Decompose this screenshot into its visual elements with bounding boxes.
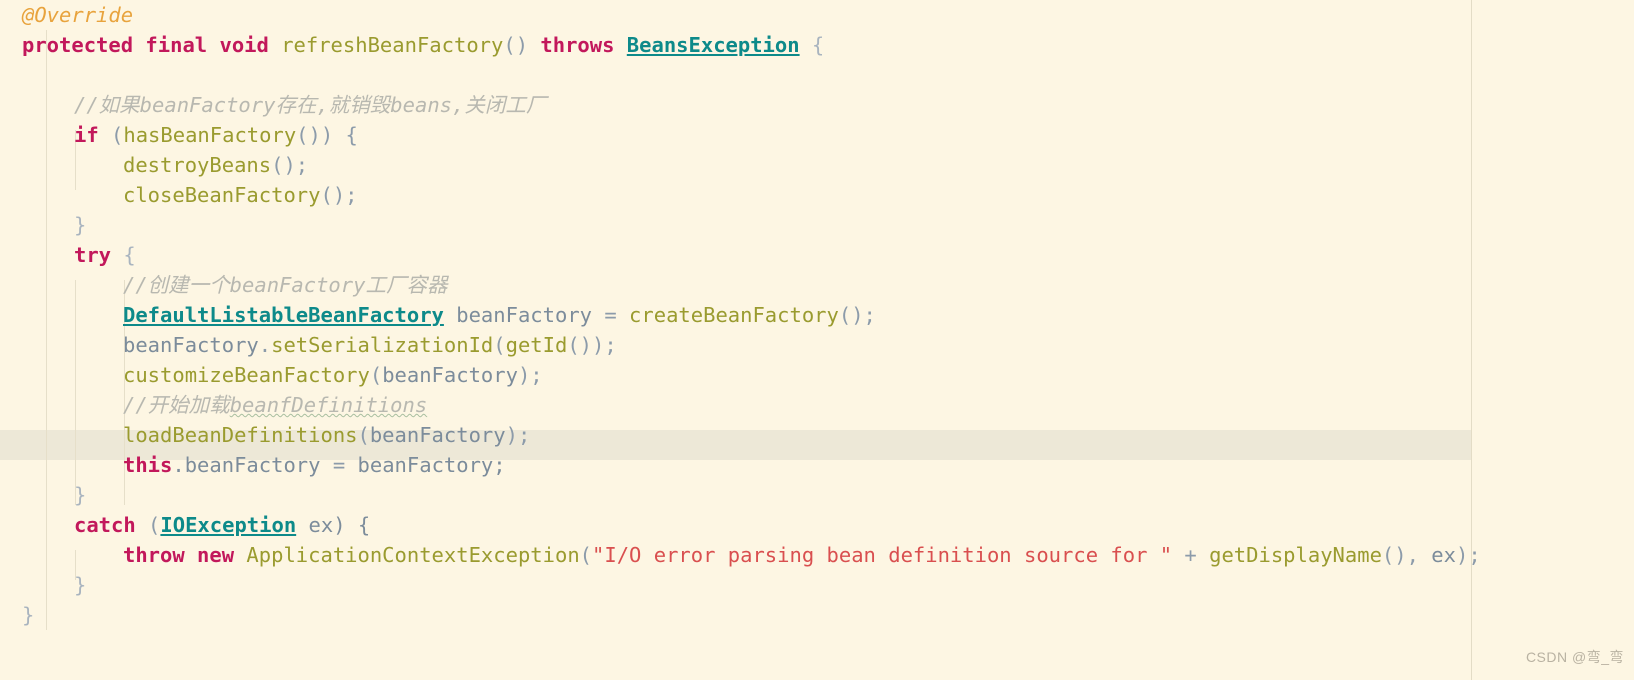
- keyword-throws: throws: [540, 33, 627, 57]
- string-literal-error-message: "I/O error parsing bean definition sourc…: [592, 543, 1173, 567]
- code-line-20[interactable]: }: [0, 570, 1634, 600]
- paren-brace: ()) {: [296, 123, 358, 147]
- code-line-8[interactable]: }: [0, 210, 1634, 240]
- code-line-14[interactable]: //开始加载beanfDefinitions: [0, 390, 1634, 420]
- arg-beanFactory: beanFactory: [369, 423, 506, 447]
- var-beanFactory: beanFactory: [123, 333, 259, 357]
- paren-open: (: [98, 123, 124, 147]
- parens: (): [503, 33, 541, 57]
- code-line-7[interactable]: closeBeanFactory();: [0, 180, 1634, 210]
- call-customizeBeanFactory[interactable]: customizeBeanFactory: [123, 363, 370, 387]
- comment-create-factory: //创建一个beanFactory工厂容器: [123, 273, 448, 297]
- call-hasBeanFactory[interactable]: hasBeanFactory: [123, 123, 296, 147]
- code-content[interactable]: @Override protected final void refreshBe…: [0, 0, 1634, 630]
- var-beanFactory: beanFactory: [443, 303, 605, 327]
- code-line-15[interactable]: loadBeanDefinitions(beanFactory);: [0, 420, 1634, 450]
- code-line-3[interactable]: [0, 60, 1634, 90]
- code-line-5[interactable]: if (hasBeanFactory()) {: [0, 120, 1634, 150]
- parens-semicolon: ());: [567, 333, 617, 357]
- code-line-13[interactable]: customizeBeanFactory(beanFactory);: [0, 360, 1634, 390]
- class-IOException[interactable]: IOException: [160, 513, 296, 537]
- param-ex: ex) {: [296, 513, 371, 537]
- code-line-21[interactable]: }: [0, 600, 1634, 630]
- paren-open: (: [493, 333, 506, 357]
- parens-semicolon: ();: [271, 153, 309, 177]
- class-ApplicationContextException[interactable]: ApplicationContextException: [246, 543, 579, 567]
- call-setSerializationId[interactable]: setSerializationId: [271, 333, 493, 357]
- assign-operator: =: [604, 303, 630, 327]
- call-getId[interactable]: getId: [506, 333, 568, 357]
- parens-semicolon: ();: [838, 303, 876, 327]
- arg-ex: ex: [1431, 543, 1456, 567]
- arg-beanFactory: beanFactory: [382, 363, 518, 387]
- code-line-19[interactable]: throw new ApplicationContextException("I…: [0, 540, 1634, 570]
- comment-destroy-beans: //如果beanFactory存在,就销毁beans,关闭工厂: [74, 93, 547, 117]
- call-getDisplayName[interactable]: getDisplayName: [1209, 543, 1382, 567]
- call-closeBeanFactory[interactable]: closeBeanFactory: [123, 183, 320, 207]
- paren-open: (: [579, 543, 593, 567]
- code-line-12[interactable]: beanFactory.setSerializationId(getId());: [0, 330, 1634, 360]
- close-brace-try: }: [74, 483, 87, 507]
- call-loadBeanDefinitions[interactable]: loadBeanDefinitions: [123, 423, 358, 447]
- assign-operator: =: [332, 453, 358, 477]
- code-line-16[interactable]: this.beanFactory = beanFactory;: [0, 450, 1634, 480]
- code-line-2[interactable]: protected final void refreshBeanFactory(…: [0, 30, 1634, 60]
- close-brace-method: }: [22, 603, 35, 627]
- concat-operator: +: [1172, 543, 1210, 567]
- code-line-10[interactable]: //创建一个beanFactory工厂容器: [0, 270, 1634, 300]
- paren-open: (: [135, 513, 161, 537]
- keyword-catch: catch: [74, 513, 136, 537]
- paren-semicolon: );: [1455, 543, 1481, 567]
- paren-semicolon: );: [517, 363, 543, 387]
- csdn-watermark: CSDN @弯_弯: [1525, 649, 1624, 665]
- code-line-1[interactable]: @Override: [0, 0, 1634, 30]
- code-editor-pane[interactable]: @Override protected final void refreshBe…: [0, 0, 1634, 680]
- keyword-if: if: [74, 123, 99, 147]
- paren-semicolon: );: [505, 423, 531, 447]
- method-decl-refreshBeanFactory: refreshBeanFactory: [281, 33, 504, 57]
- annotation-override: @Override: [22, 3, 134, 27]
- paren-open: (: [369, 363, 383, 387]
- close-brace-catch: }: [74, 573, 87, 597]
- field-beanFactory: .beanFactory: [172, 453, 333, 477]
- parens-semicolon: ();: [320, 183, 358, 207]
- paren-open: (: [357, 423, 370, 447]
- modifier-keywords: protected final void: [22, 33, 282, 57]
- code-line-18[interactable]: catch (IOException ex) {: [0, 510, 1634, 540]
- keyword-throw-new: throw new: [123, 543, 247, 567]
- code-line-11[interactable]: DefaultListableBeanFactory beanFactory =…: [0, 300, 1634, 330]
- open-brace: {: [799, 33, 825, 57]
- parens-comma: (),: [1381, 543, 1432, 567]
- comment-load-beandefinitions: //开始加载: [123, 393, 230, 417]
- code-line-4[interactable]: //如果beanFactory存在,就销毁beans,关闭工厂: [0, 90, 1634, 120]
- call-destroyBeans[interactable]: destroyBeans: [123, 153, 271, 177]
- call-createBeanFactory[interactable]: createBeanFactory: [629, 303, 839, 327]
- keyword-this: this: [123, 453, 173, 477]
- comment-spellcheck-word: beanfDefinitions: [229, 393, 428, 417]
- code-line-9[interactable]: try {: [0, 240, 1634, 270]
- close-brace-if: }: [74, 213, 87, 237]
- class-DefaultListableBeanFactory[interactable]: DefaultListableBeanFactory: [123, 303, 444, 327]
- code-line-17[interactable]: }: [0, 480, 1634, 510]
- keyword-try: try: [74, 243, 112, 267]
- open-brace-try: {: [111, 243, 136, 267]
- dot: .: [258, 333, 272, 357]
- class-BeansException[interactable]: BeansException: [627, 33, 800, 57]
- code-line-6[interactable]: destroyBeans();: [0, 150, 1634, 180]
- var-beanFactory: beanFactory;: [357, 453, 506, 477]
